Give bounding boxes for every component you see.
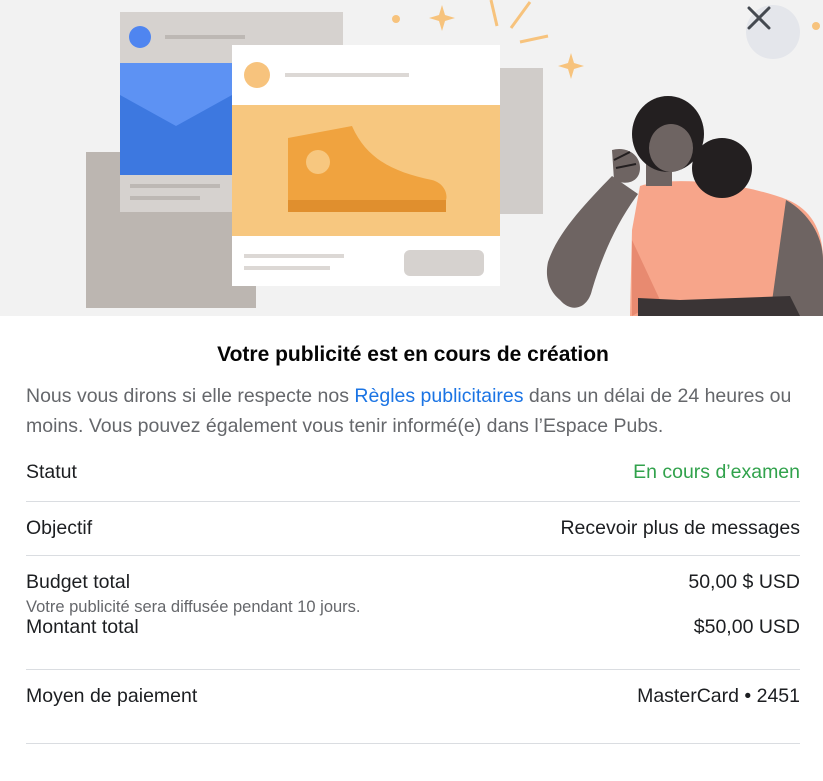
details-list: Statut En cours d’examen Objectif Recevo… [26, 457, 800, 744]
objective-label: Objectif [26, 517, 93, 539]
description-text: Nous vous dirons si elle respecte nos Rè… [26, 381, 800, 441]
budget-value: 50,00 $ USD [688, 571, 800, 593]
amount-value: $50,00 USD [693, 616, 800, 638]
amount-row: Montant total $50,00 USD [26, 616, 800, 669]
description-part-1: Nous vous dirons si elle respecte nos [26, 385, 355, 407]
objective-row: Objectif Recevoir plus de messages [26, 502, 800, 555]
amount-label: Montant total [26, 616, 139, 638]
budget-line: Budget total 50,00 $ USD [26, 571, 800, 594]
close-icon [747, 6, 771, 30]
ad-creation-illustration [86, 0, 823, 316]
ad-policies-link[interactable]: Règles publicitaires [354, 385, 523, 407]
payment-row: Moyen de paiement MasterCard • 2451 [26, 670, 800, 723]
status-row: Statut En cours d’examen [26, 457, 800, 501]
status-badge: En cours d’examen [633, 461, 800, 483]
page-title: Votre publicité est en cours de création [217, 343, 609, 366]
divider [26, 743, 800, 744]
budget-row: Budget total 50,00 $ USD Votre publicité… [26, 556, 800, 616]
objective-value: Recevoir plus de messages [560, 517, 800, 539]
payment-label: Moyen de paiement [26, 685, 198, 707]
close-button[interactable] [746, 5, 800, 59]
budget-duration-note: Votre publicité sera diffusée pendant 10… [26, 598, 361, 616]
status-label: Statut [26, 461, 77, 483]
budget-label: Budget total [26, 571, 131, 593]
hero-illustration [0, 0, 823, 316]
ad-status-panel: Votre publicité est en cours de création… [26, 316, 800, 744]
payment-value: MasterCard • 2451 [637, 685, 800, 707]
